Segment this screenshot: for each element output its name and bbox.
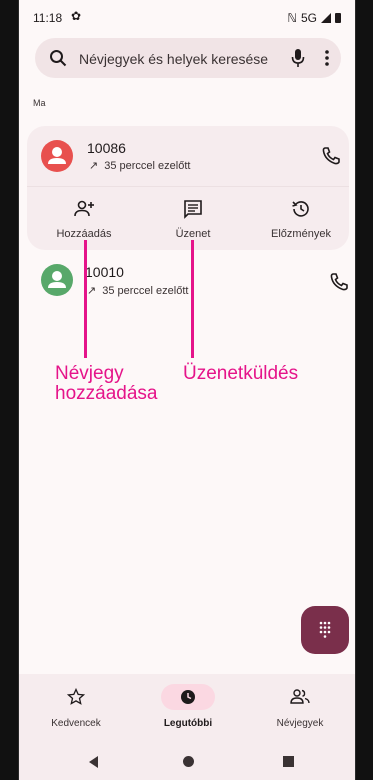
recent-apps-icon[interactable] bbox=[283, 756, 294, 767]
nav-contacts[interactable]: Névjegyek bbox=[245, 684, 355, 729]
call-button-icon[interactable] bbox=[329, 272, 349, 292]
person-icon bbox=[48, 271, 66, 288]
network-type: 5G bbox=[300, 11, 317, 25]
nav-pill bbox=[273, 684, 327, 710]
message-button[interactable]: Üzenet bbox=[143, 198, 243, 240]
call-number: 10086 bbox=[87, 140, 126, 156]
battery-icon bbox=[335, 13, 341, 23]
more-options-icon[interactable] bbox=[325, 50, 329, 66]
annotation-add-contact-line1: Névjegy bbox=[55, 363, 124, 384]
annotation-messaging: Üzenetküldés bbox=[183, 363, 299, 384]
add-contact-label: Hozzáadás bbox=[56, 228, 112, 240]
settings-gear-icon: ✿ bbox=[71, 9, 82, 23]
call-time: 35 perccel ezelőtt bbox=[102, 285, 189, 297]
person-icon bbox=[48, 147, 66, 164]
card-divider bbox=[27, 186, 349, 187]
microphone-icon[interactable] bbox=[291, 48, 305, 68]
phone-screen: 11:18 ✿ ℕ 5G Névjegyek és helyek keresés… bbox=[18, 0, 356, 780]
bottom-navigation: Kedvencek Legutóbbi Névjegyek bbox=[19, 674, 355, 742]
star-icon bbox=[67, 688, 85, 705]
annotation-add-contact: Névjegy hozzáadása bbox=[55, 364, 157, 404]
nfc-icon: ℕ bbox=[287, 11, 297, 25]
annotation-add-contact-line2: hozzáadása bbox=[55, 383, 158, 404]
call-number: 10010 bbox=[85, 264, 124, 280]
history-icon bbox=[292, 201, 309, 217]
annotation-line-messaging bbox=[191, 240, 194, 358]
dialpad-button[interactable] bbox=[301, 606, 349, 654]
nav-favorites[interactable]: Kedvencek bbox=[21, 684, 131, 729]
search-icon bbox=[50, 50, 67, 67]
status-bar: 11:18 ✿ ℕ 5G bbox=[19, 0, 355, 34]
nav-favorites-label: Kedvencek bbox=[51, 718, 101, 729]
call-button-icon[interactable] bbox=[321, 146, 341, 166]
system-navigation-bar bbox=[19, 742, 355, 780]
dialpad-icon bbox=[319, 621, 331, 638]
search-bar[interactable]: Névjegyek és helyek keresése bbox=[35, 38, 341, 78]
call-time: 35 perccel ezelőtt bbox=[104, 160, 191, 172]
outgoing-arrow-icon: ↗ bbox=[87, 285, 97, 297]
add-contact-icon bbox=[74, 200, 94, 217]
outgoing-arrow-icon: ↗ bbox=[89, 160, 99, 172]
call-meta: ↗ 35 perccel ezelőtt bbox=[89, 159, 190, 172]
nav-pill-active bbox=[161, 684, 215, 710]
home-icon[interactable] bbox=[183, 756, 194, 767]
status-indicators: ℕ 5G bbox=[287, 11, 341, 25]
nav-recents-label: Legutóbbi bbox=[163, 718, 213, 729]
contacts-icon bbox=[290, 689, 310, 704]
call-meta: ↗ 35 perccel ezelőtt bbox=[87, 284, 188, 297]
message-icon bbox=[184, 200, 202, 219]
signal-icon bbox=[321, 13, 331, 23]
nav-recents[interactable]: Legutóbbi bbox=[133, 684, 243, 729]
nav-contacts-label: Névjegyek bbox=[276, 718, 324, 729]
message-label: Üzenet bbox=[175, 228, 211, 240]
nav-pill bbox=[49, 684, 103, 710]
history-button[interactable]: Előzmények bbox=[251, 198, 351, 240]
avatar[interactable] bbox=[41, 140, 73, 172]
section-header-today: Ma bbox=[33, 98, 46, 108]
status-time: 11:18 bbox=[33, 11, 63, 25]
clock-icon bbox=[181, 690, 195, 704]
add-contact-button[interactable]: Hozzáadás bbox=[34, 198, 134, 240]
history-label: Előzmények bbox=[271, 228, 331, 240]
search-placeholder: Névjegyek és helyek keresése bbox=[79, 51, 269, 67]
back-icon[interactable] bbox=[89, 756, 98, 768]
avatar[interactable] bbox=[41, 264, 73, 296]
annotation-line-add-contact bbox=[84, 240, 87, 358]
